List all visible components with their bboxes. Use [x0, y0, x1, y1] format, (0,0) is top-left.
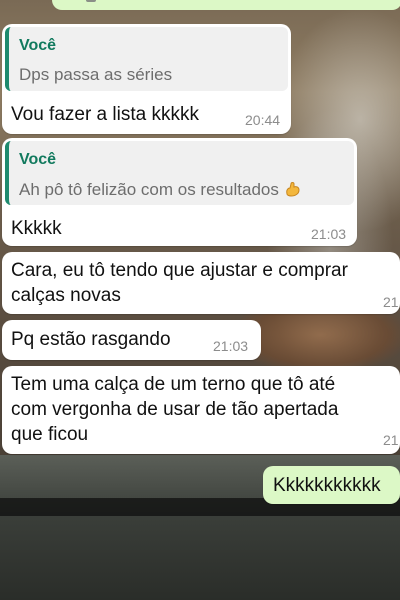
message-time: 21:03 [311, 226, 347, 242]
message-text-line-1: Tem uma calça de um terno que tô até [11, 374, 336, 395]
message-text-line-2: com vergonha de usar de tão apertada [11, 399, 339, 420]
attachment-icon [86, 0, 96, 2]
message-bubble-5[interactable]: Tem uma calça de um terno que tô até com… [2, 366, 400, 454]
message-bubble-3[interactable]: Cara, eu tô tendo que ajustar e comprar … [2, 252, 400, 314]
quoted-message-2[interactable]: Você Ah pô tô felizão com os resultados [5, 141, 354, 205]
message-text-line-2: calças novas [11, 285, 121, 306]
message-time: 21 [383, 432, 399, 448]
quote-author: Você [19, 151, 57, 168]
quoted-message-1[interactable]: Você Dps passa as séries [5, 27, 288, 91]
message-time: 21 [383, 294, 399, 310]
message-time: 20:44 [245, 112, 281, 128]
message-text: Kkkkkkkkkkk [273, 475, 381, 496]
message-bubble-6-outgoing[interactable]: Kkkkkkkkkkk [263, 466, 400, 504]
message-text-line-1: Cara, eu tô tendo que ajustar e comprar [11, 260, 348, 281]
message-text: Vou fazer a lista kkkkk [11, 104, 199, 125]
quote-author: Você [19, 37, 57, 54]
quote-text: Ah pô tô felizão com os resultados [19, 179, 303, 200]
message-bubble-2[interactable]: Você Ah pô tô felizão com os resultados … [2, 138, 357, 246]
message-text-line-3: que ficou [11, 424, 89, 445]
message-text: Kkkkk [11, 218, 62, 239]
message-time: 21:03 [213, 338, 249, 354]
flexed-biceps-icon [286, 182, 300, 197]
previous-message-bubble[interactable] [52, 0, 400, 10]
quote-text: Dps passa as séries [19, 65, 173, 84]
message-bubble-1[interactable]: Você Dps passa as séries Vou fazer a lis… [2, 24, 291, 134]
message-text: Pq estão rasgando [11, 329, 171, 350]
message-bubble-4[interactable]: Pq estão rasgando 21:03 [2, 320, 261, 360]
